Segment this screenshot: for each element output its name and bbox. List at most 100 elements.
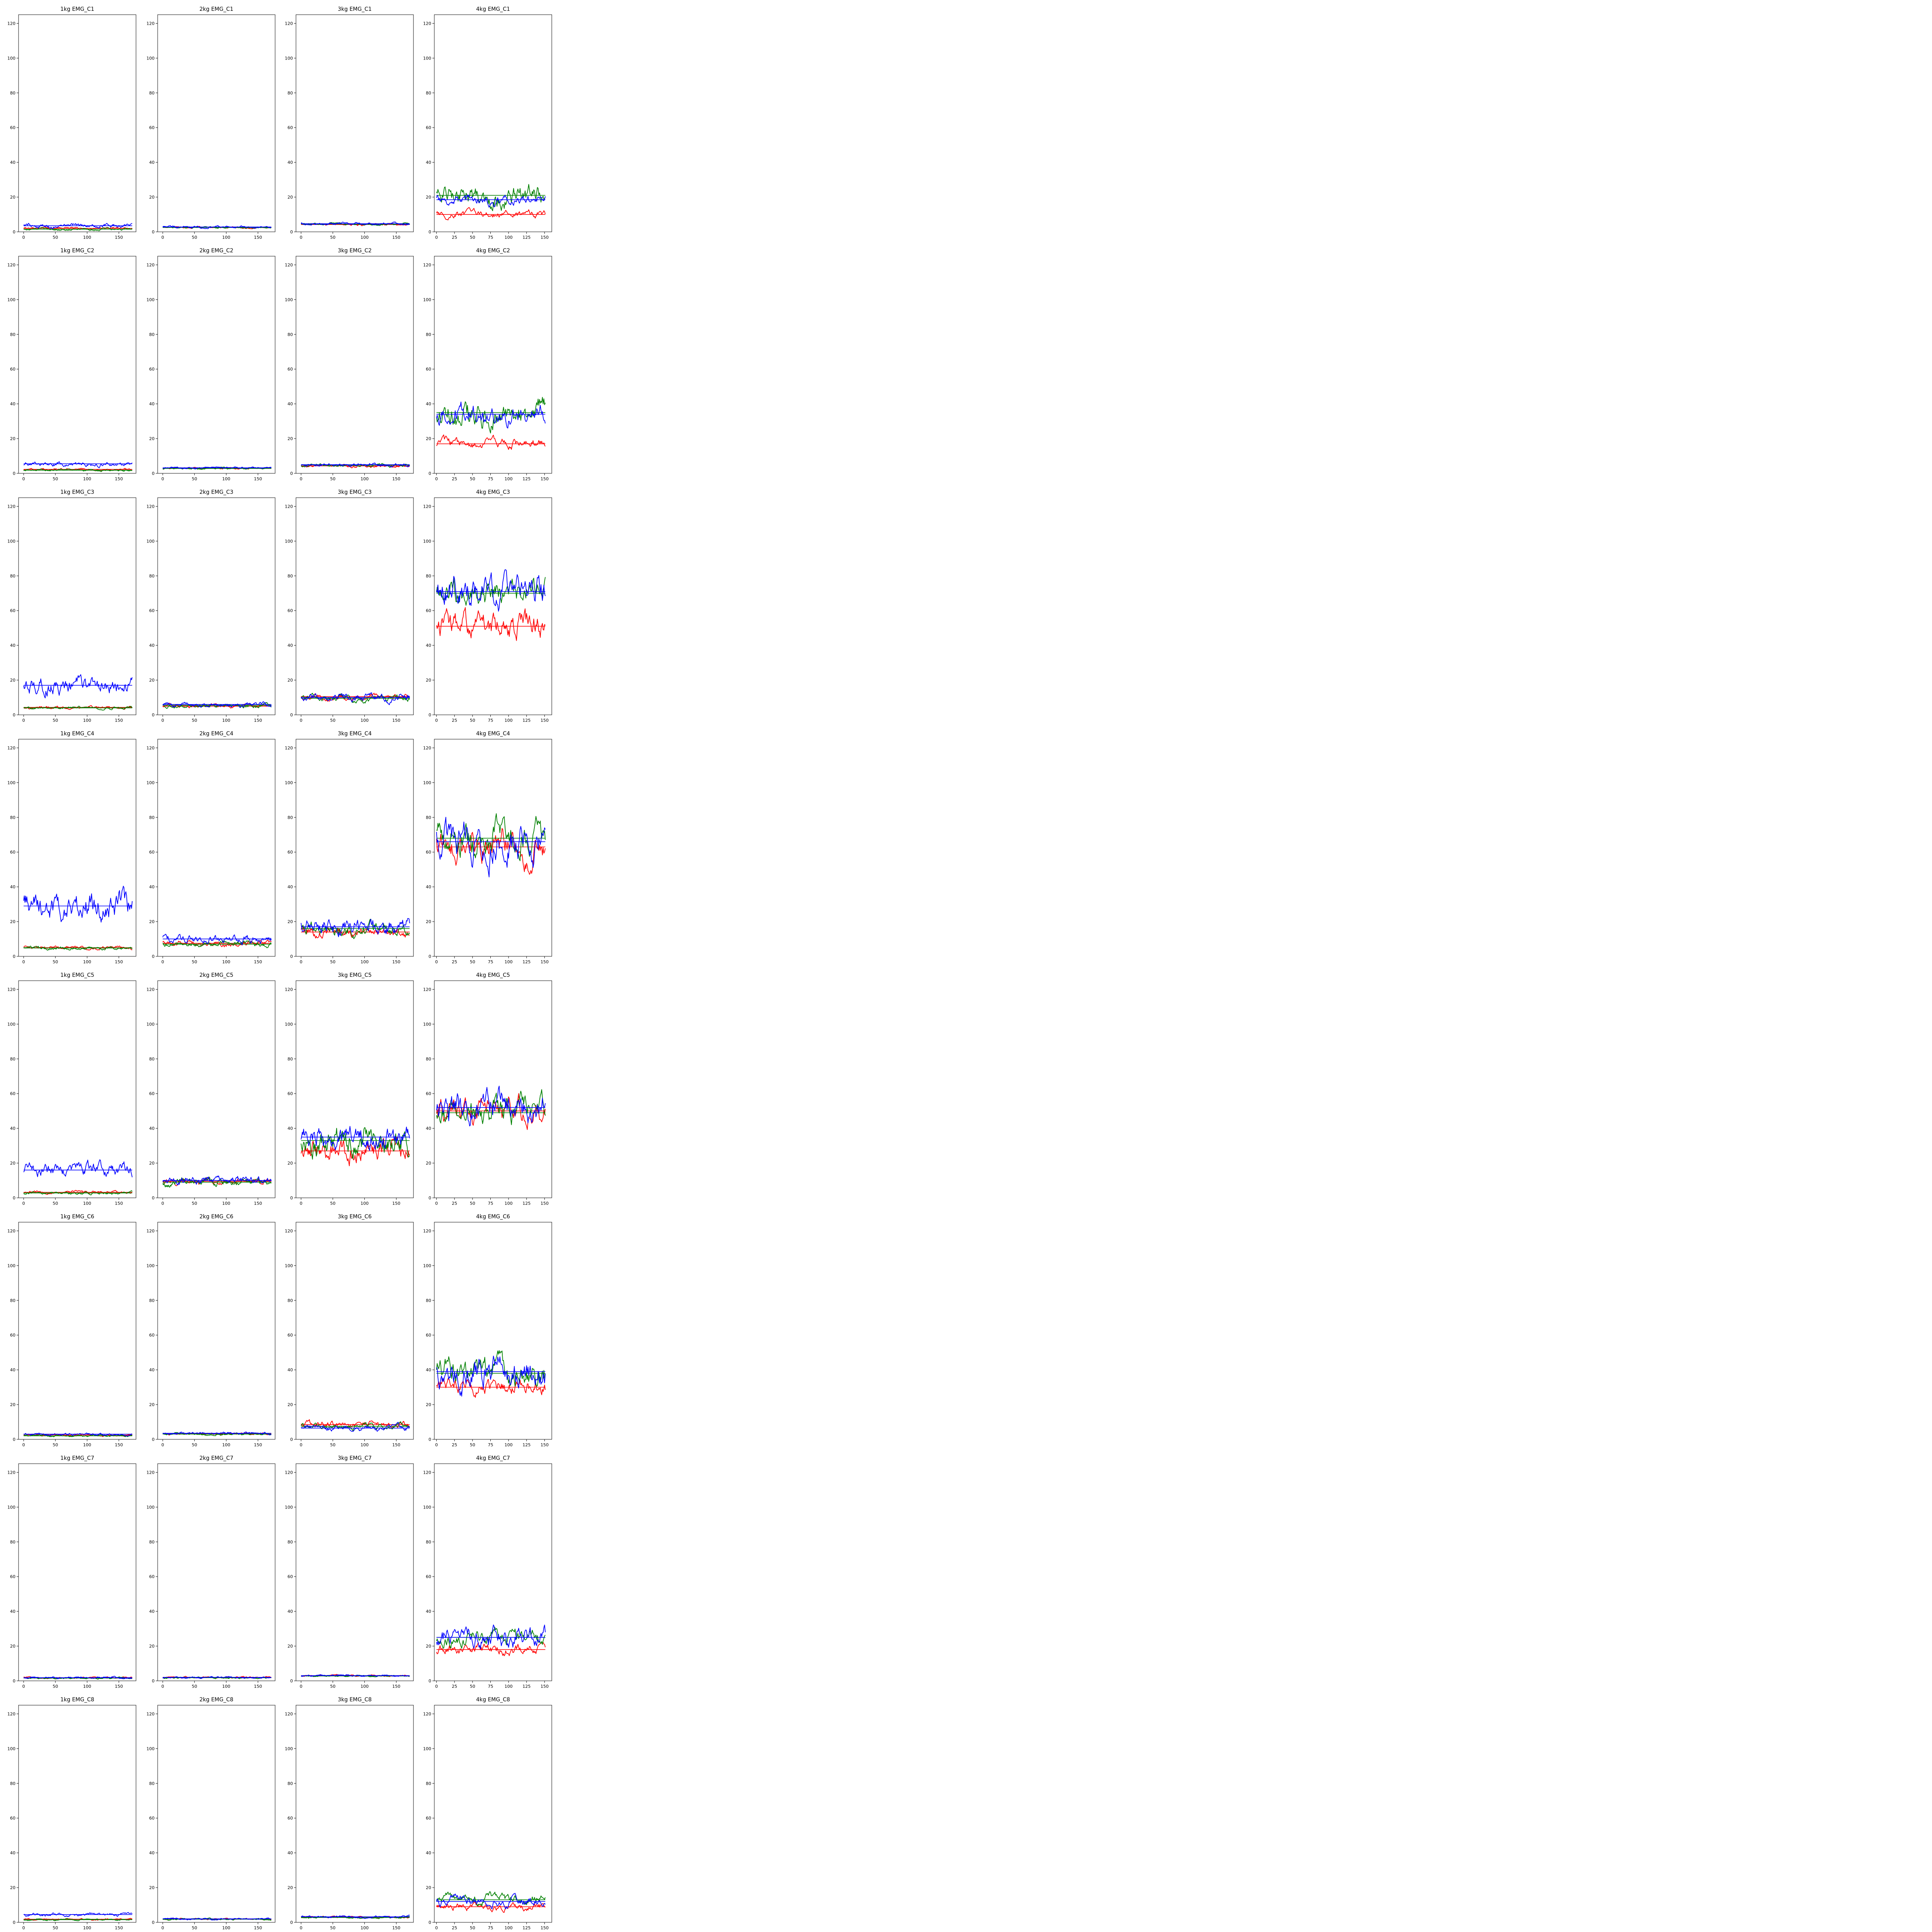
y-tick-label: 120 — [423, 1711, 431, 1716]
y-tick-label: 80 — [149, 1056, 155, 1061]
y-tick-label: 100 — [423, 56, 431, 61]
y-tick-label: 20 — [10, 195, 15, 200]
y-tick-label: 0 — [290, 954, 293, 959]
panel-r6-c2: 2kg EMG_C6 0 20 40 60 80 100 120 0 50 100 150 — [146, 1214, 276, 1447]
x-tick-label: 125 — [522, 1684, 531, 1689]
x-tick-label: 150 — [115, 235, 123, 240]
y-tick-label: 100 — [146, 780, 155, 785]
panel-r4-c1: 1kg EMG_C4 0 20 40 60 80 100 120 0 50 100 150 — [7, 731, 136, 964]
x-tick-label: 100 — [505, 235, 513, 240]
y-tick-label: 0 — [290, 1920, 293, 1925]
y-tick-label: 120 — [7, 1470, 15, 1475]
panel-frame — [296, 1463, 414, 1681]
x-tick-label: 150 — [541, 476, 549, 481]
y-tick-label: 60 — [287, 125, 293, 130]
x-tick-label: 0 — [162, 718, 164, 723]
panel-frame — [296, 980, 414, 1198]
y-tick-label: 120 — [423, 987, 431, 992]
x-tick-label: 150 — [541, 718, 549, 723]
y-tick-label: 40 — [426, 1850, 431, 1855]
panel-frame — [434, 980, 552, 1198]
y-tick-label: 20 — [149, 678, 155, 683]
panel-title: 1kg EMG_C6 — [60, 1214, 94, 1220]
y-tick-label: 80 — [287, 1781, 293, 1786]
y-tick-label: 100 — [423, 1022, 431, 1027]
x-tick-label: 50 — [192, 1442, 197, 1447]
y-tick-label: 120 — [146, 21, 155, 26]
y-tick-label: 80 — [287, 90, 293, 95]
x-tick-label: 0 — [22, 235, 25, 240]
x-tick-label: 50 — [470, 1925, 475, 1930]
x-tick-label: 125 — [522, 476, 531, 481]
x-tick-label: 150 — [392, 1925, 400, 1930]
y-tick-label: 0 — [290, 230, 293, 235]
y-tick-label: 80 — [149, 1781, 155, 1786]
panel-title: 1kg EMG_C2 — [60, 248, 94, 254]
x-tick-label: 50 — [470, 1201, 475, 1206]
y-tick-label: 0 — [429, 471, 431, 476]
x-tick-label: 100 — [222, 718, 230, 723]
x-tick-label: 50 — [330, 476, 335, 481]
x-tick-label: 50 — [470, 1442, 475, 1447]
y-tick-label: 40 — [149, 1126, 155, 1131]
y-tick-label: 60 — [149, 1574, 155, 1579]
y-tick-label: 120 — [285, 745, 293, 750]
y-tick-label: 80 — [426, 1298, 431, 1303]
y-tick-label: 100 — [7, 297, 15, 302]
y-tick-label: 60 — [10, 1574, 15, 1579]
y-tick-label: 100 — [423, 1746, 431, 1751]
panel-r2-c2: 2kg EMG_C2 0 20 40 60 80 100 120 0 50 100 150 — [146, 248, 276, 481]
y-tick-label: 0 — [290, 1437, 293, 1442]
y-tick-label: 60 — [426, 608, 431, 613]
y-tick-label: 100 — [146, 56, 155, 61]
emg-figure: 1kg EMG_C10204060801001200 50 100 1502kg EM… — [7, 6, 552, 1930]
x-tick-label: 150 — [392, 959, 400, 964]
y-tick-label: 100 — [7, 56, 15, 61]
x-tick-label: 50 — [53, 1684, 58, 1689]
series-green-trace — [301, 918, 410, 939]
y-tick-label: 60 — [287, 1333, 293, 1338]
y-tick-label: 40 — [149, 1850, 155, 1855]
y-tick-label: 100 — [285, 1746, 293, 1751]
panel-frame — [434, 256, 552, 474]
x-tick-label: 50 — [192, 1684, 197, 1689]
x-tick-label: 150 — [254, 1684, 262, 1689]
panel-title: 2kg EMG_C2 — [199, 248, 233, 254]
y-tick-label: 20 — [426, 919, 431, 924]
x-tick-label: 0 — [300, 718, 303, 723]
y-tick-label: 20 — [10, 1885, 15, 1890]
panel-r4-c3: 3kg EMG_C4 0 20 40 60 80 100 120 0 50 100 150 — [285, 731, 414, 964]
x-tick-label: 125 — [522, 1201, 531, 1206]
x-tick-label: 50 — [330, 235, 335, 240]
x-tick-label: 50 — [330, 1201, 335, 1206]
y-tick-label: 20 — [10, 1402, 15, 1407]
y-tick-label: 40 — [426, 160, 431, 165]
series-green-trace — [436, 397, 546, 434]
y-tick-label: 80 — [149, 332, 155, 337]
x-tick-label: 50 — [53, 235, 58, 240]
x-tick-label: 50 — [470, 476, 475, 481]
x-tick-label: 50 — [192, 718, 197, 723]
y-tick-label: 40 — [287, 1850, 293, 1855]
y-tick-label: 80 — [149, 573, 155, 578]
x-tick-label: 0 — [162, 476, 164, 481]
y-tick-label: 20 — [149, 436, 155, 441]
panel-frame — [18, 1222, 136, 1440]
y-tick-label: 0 — [152, 954, 155, 959]
x-tick-label: 125 — [522, 235, 531, 240]
x-tick-label: 150 — [254, 235, 262, 240]
y-tick-label: 20 — [287, 678, 293, 683]
y-tick-label: 40 — [10, 401, 15, 406]
panel-r2-c3: 3kg EMG_C2 0 20 40 60 80 100 120 0 50 100 150 — [285, 248, 414, 481]
x-tick-label: 50 — [330, 1684, 335, 1689]
y-tick-label: 60 — [287, 367, 293, 372]
y-tick-label: 20 — [10, 1161, 15, 1166]
y-tick-label: 80 — [287, 815, 293, 820]
x-tick-label: 0 — [300, 1442, 303, 1447]
x-tick-label: 100 — [222, 1442, 230, 1447]
y-tick-label: 60 — [287, 1574, 293, 1579]
x-tick-label: 75 — [488, 959, 493, 964]
y-tick-label: 100 — [7, 1263, 15, 1268]
y-tick-label: 40 — [426, 1367, 431, 1372]
y-tick-label: 120 — [285, 987, 293, 992]
